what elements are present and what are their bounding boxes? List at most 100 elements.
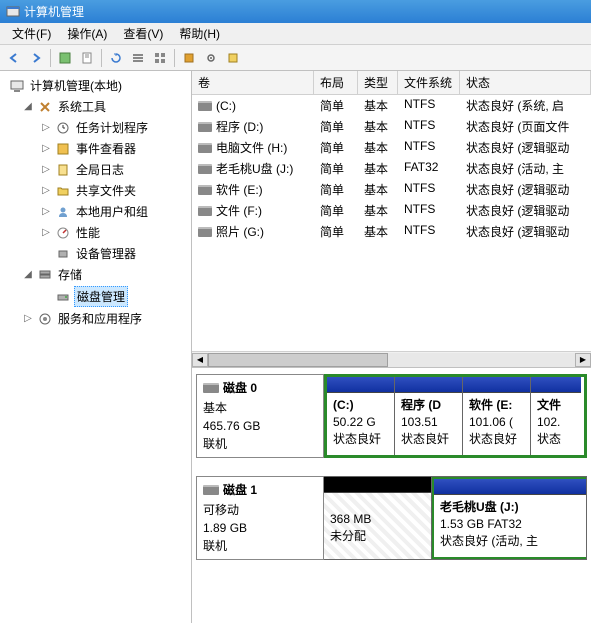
expand-icon[interactable]: ▷ [40,185,52,196]
tree-root[interactable]: 计算机管理(本地) [2,75,189,96]
tree-label: 事件查看器 [74,139,138,158]
volume-status: 状态良好 (页面文件 [460,117,591,136]
expand-icon[interactable]: ▷ [40,122,52,133]
properties-button[interactable] [77,48,97,68]
settings-button[interactable] [201,48,221,68]
scrollbar-thumb[interactable] [208,353,388,367]
expand-icon[interactable]: ▷ [40,164,52,175]
users-icon [55,204,71,220]
disk-1-info: 磁盘 1 可移动 1.89 GB 联机 [196,476,324,560]
partition-e[interactable]: 软件 (E: 101.06 ( 状态良好 [463,377,531,455]
tree-label: 服务和应用程序 [56,309,144,328]
back-button[interactable] [4,48,24,68]
volume-type: 基本 [358,138,398,157]
list-button[interactable] [128,48,148,68]
disk-0-block[interactable]: 磁盘 0 基本 465.76 GB 联机 (C:) 50.22 G 状态良奸 [196,374,587,458]
partition-c[interactable]: (C:) 50.22 G 状态良奸 [327,377,395,455]
partition-d[interactable]: 程序 (D 103.51 状态良奸 [395,377,463,455]
volume-icon [198,227,212,237]
tree-performance[interactable]: ▷ 性能 [2,222,189,243]
menu-view[interactable]: 查看(V) [115,23,171,44]
tree-task-scheduler[interactable]: ▷ 任务计划程序 [2,117,189,138]
volume-layout: 简单 [314,138,358,157]
tree-services[interactable]: ▷ 服务和应用程序 [2,308,189,329]
partition-title: 软件 (E: [469,397,524,414]
tree-label: 共享文件夹 [74,181,138,200]
disk-0-info: 磁盘 0 基本 465.76 GB 联机 [196,374,324,458]
menu-file[interactable]: 文件(F) [4,23,59,44]
partition-status: 状态良好 (活动, 主 [440,533,580,550]
expand-icon[interactable]: ▷ [40,227,52,238]
volume-row[interactable]: (C:)简单基本NTFS状态良好 (系统, 启 [192,95,591,116]
partition-header [324,477,431,493]
partition-title: 文件 [537,397,575,414]
disk-1-block[interactable]: 磁盘 1 可移动 1.89 GB 联机 368 MB 未分配 [196,476,587,560]
scroll-left-button[interactable]: ◀ [192,353,208,367]
expand-icon[interactable]: ▷ [40,206,52,217]
help-button[interactable] [223,48,243,68]
volume-layout: 简单 [314,159,358,178]
services-icon [37,311,53,327]
scroll-right-button[interactable]: ▶ [575,353,591,367]
refresh-button[interactable] [106,48,126,68]
collapse-icon[interactable]: ◢ [22,269,34,280]
expand-icon[interactable]: ▷ [22,313,34,324]
tree-storage[interactable]: ◢ 存储 [2,264,189,285]
volume-row[interactable]: 程序 (D:)简单基本NTFS状态良好 (页面文件 [192,116,591,137]
disk-0-partitions: (C:) 50.22 G 状态良奸 程序 (D 103.51 状态良奸 [324,374,587,458]
volume-row[interactable]: 文件 (F:)简单基本NTFS状态良好 (逻辑驱动 [192,200,591,221]
horizontal-scrollbar[interactable]: ◀ ▶ [192,351,591,367]
volume-layout: 简单 [314,180,358,199]
tree-label: 设备管理器 [74,244,138,263]
scrollbar-track[interactable] [208,353,575,367]
partition-j[interactable]: 老毛桃U盘 (J:) 1.53 GB FAT32 状态良好 (活动, 主 [432,477,586,559]
view-button[interactable] [179,48,199,68]
partition-f[interactable]: 文件 102. 状态 [531,377,581,455]
volume-name: 程序 (D:) [216,118,263,135]
column-header-volume[interactable]: 卷 [192,71,314,94]
expand-icon[interactable]: ▷ [40,143,52,154]
column-header-type[interactable]: 类型 [358,71,398,94]
tree-label: 本地用户和组 [74,202,150,221]
tree-global-logs[interactable]: ▷ 全局日志 [2,159,189,180]
partition-size: 101.06 ( [469,414,524,431]
computer-icon [9,78,25,94]
column-header-fs[interactable]: 文件系统 [398,71,460,94]
partition-header [327,377,394,393]
volume-name: (C:) [216,99,236,113]
volume-row[interactable]: 电脑文件 (H:)简单基本NTFS状态良好 (逻辑驱动 [192,137,591,158]
volume-name: 老毛桃U盘 (J:) [216,160,293,177]
partition-status: 未分配 [330,528,425,545]
menu-help[interactable]: 帮助(H) [171,23,228,44]
volume-fs: NTFS [398,201,460,220]
tree-disk-management[interactable]: ▷ 磁盘管理 [2,285,189,308]
tree-button[interactable] [55,48,75,68]
partition-status: 状态 [537,431,575,448]
tree-device-manager[interactable]: ▷ 设备管理器 [2,243,189,264]
collapse-icon[interactable]: ◢ [22,101,34,112]
column-header-status[interactable]: 状态 [460,71,591,94]
tree-local-users[interactable]: ▷ 本地用户和组 [2,201,189,222]
disk-size: 1.89 GB [203,519,317,537]
tree-event-viewer[interactable]: ▷ 事件查看器 [2,138,189,159]
volume-type: 基本 [358,117,398,136]
volume-row[interactable]: 老毛桃U盘 (J:)简单基本FAT32状态良好 (活动, 主 [192,158,591,179]
partition-size: 102. [537,414,575,431]
tree-shared-folders[interactable]: ▷ 共享文件夹 [2,180,189,201]
volume-row[interactable]: 照片 (G:)简单基本NTFS状态良好 (逻辑驱动 [192,221,591,242]
grid-button[interactable] [150,48,170,68]
volume-row[interactable]: 软件 (E:)简单基本NTFS状态良好 (逻辑驱动 [192,179,591,200]
partition-header [531,377,581,393]
menu-action[interactable]: 操作(A) [59,23,115,44]
unallocated-space[interactable]: 368 MB 未分配 [324,477,432,559]
tree-system-tools[interactable]: ◢ 系统工具 [2,96,189,117]
event-icon [55,141,71,157]
volume-status: 状态良好 (系统, 启 [460,96,591,115]
volume-name: 照片 (G:) [216,223,264,240]
clock-icon [55,120,71,136]
volume-name: 电脑文件 (H:) [216,139,287,156]
forward-button[interactable] [26,48,46,68]
tree-label: 系统工具 [56,97,108,116]
disk-size: 465.76 GB [203,417,317,435]
column-header-layout[interactable]: 布局 [314,71,358,94]
